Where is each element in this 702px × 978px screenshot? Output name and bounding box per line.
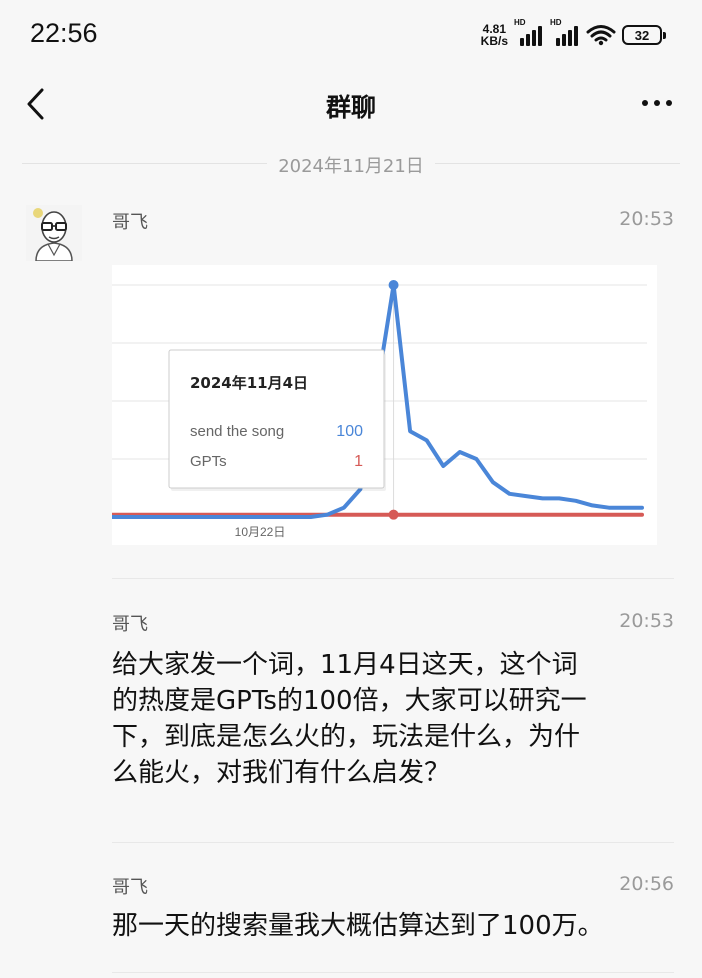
sender-name: 哥飞 [112,877,148,898]
nav-bar: 群聊 [0,70,702,140]
trend-chart: 10月22日 2024年11月4日 send the song 100 GPTs 1 [110,265,657,545]
chart-tooltip-series-label: send the song [190,423,284,440]
chart-tooltip-series-value: 1 [354,453,363,470]
message-divider [112,972,674,973]
message-header: 哥飞 20:53 [112,610,674,635]
message-divider [112,578,674,579]
status-bar: 22:56 4.81 KB/s HD HD 32 [0,0,702,70]
message-divider [112,842,674,843]
chart-tooltip-series-value: 100 [336,423,363,440]
message-time: 20:56 [619,873,674,895]
message-line: 么能火，对我们有什么启发？ [112,758,451,788]
date-divider-text: 2024年11月21日 [278,156,424,177]
network-speed: 4.81 KB/s [481,23,508,47]
message-line: 的热度是GPTs的100倍，大家可以研究一 [112,686,587,716]
status-icons: 4.81 KB/s HD HD 32 [481,18,666,50]
sender-name: 哥飞 [112,614,148,635]
avatar[interactable] [26,205,82,261]
signal-icon: HD [550,18,580,46]
wifi-icon [586,25,616,46]
message-time: 20:53 [619,208,674,230]
message-line: 下，到底是怎么火的，玩法是什么，为什 [112,722,581,752]
chart-tooltip-series-label: GPTs [190,453,227,470]
network-speed-unit: KB/s [480,34,508,48]
sender-name: 哥飞 [112,212,148,233]
chart-point [388,509,399,520]
chart-x-tick-label: 10月22日 [235,525,286,539]
message-header: 哥飞 20:56 [112,873,674,898]
signal-hd-label: HD [514,18,526,27]
signal-icon: HD [514,18,544,46]
battery-level: 32 [634,27,650,43]
message-time: 20:53 [619,610,674,632]
status-time: 22:56 [30,18,98,48]
message-text[interactable]: 给大家发一个词，11月4日这天，这个词 的热度是GPTs的100倍，大家可以研究… [112,647,672,791]
message-line: 给大家发一个词，11月4日这天，这个词 [112,650,578,680]
date-divider: 2024年11月21日 [0,150,702,178]
more-options-icon[interactable] [642,100,672,106]
battery-icon: 32 [622,25,666,45]
message-text[interactable]: 那一天的搜索量我大概估算达到了100万。 [112,908,672,944]
chart-tooltip-date: 2024年11月4日 [190,374,308,392]
chart-point [388,280,399,290]
page-title: 群聊 [325,93,376,122]
message-header: 哥飞 20:53 [112,208,674,233]
message-line: 那一天的搜索量我大概估算达到了100万。 [112,911,604,941]
chart-image[interactable]: 10月22日 2024年11月4日 send the song 100 GPTs 1 [110,265,657,545]
signal-hd-label: HD [550,18,562,27]
